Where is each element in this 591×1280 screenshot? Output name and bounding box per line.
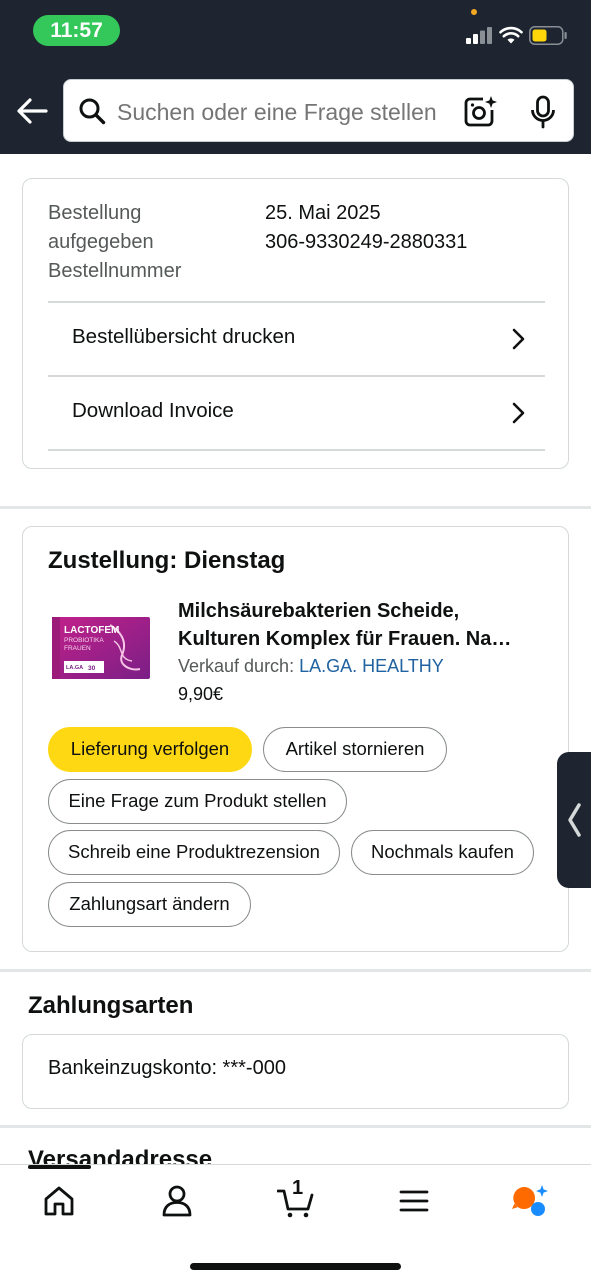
home-icon[interactable] [41, 1183, 77, 1219]
product-image-brand: LACTOFEM [64, 625, 119, 636]
delivery-title: Zustellung: Dienstag [48, 547, 286, 574]
order-label-placed-2: aufgegeben [48, 231, 154, 253]
menu-icon[interactable] [396, 1183, 432, 1219]
order-date: 25. Mai 2025 [265, 202, 381, 224]
battery-icon [529, 26, 567, 45]
seller-prefix: Verkauf durch: [178, 656, 295, 676]
order-number: 306-9330249-2880331 [265, 231, 468, 253]
order-label-placed-1: Bestellung [48, 202, 142, 224]
seller-info: Verkauf durch: LA.GA. HEALTHY [178, 656, 444, 677]
order-summary-card: Bestellung aufgegeben Bestellnummer 25. … [22, 178, 569, 469]
back-arrow-icon[interactable] [14, 95, 50, 127]
search-icon [79, 98, 106, 125]
account-icon[interactable] [159, 1183, 195, 1219]
product-image-sub1: PROBIOTIKA [64, 637, 104, 644]
status-time: 11:57 [33, 15, 120, 46]
print-order-summary-label: Bestellübersicht drucken [72, 325, 296, 348]
section-separator [0, 1125, 591, 1128]
microphone-icon[interactable] [529, 95, 557, 129]
app-header: 11:57 [0, 0, 591, 154]
bottom-navigation: 1 [0, 1164, 591, 1280]
buy-again-button[interactable]: Nochmals kaufen [351, 830, 534, 875]
section-separator [0, 969, 591, 972]
product-image-count: 30 [88, 665, 96, 672]
payment-method-card: Bankeinzugskonto: ***-000 [22, 1034, 569, 1109]
download-invoice-label: Download Invoice [72, 399, 234, 422]
side-panel-tab[interactable] [557, 752, 591, 888]
chevron-right-icon [512, 402, 525, 424]
delivery-card: Zustellung: Dienstag LACTOFEM PROBIOTIKA… [22, 526, 569, 952]
chevron-left-icon [568, 803, 581, 837]
print-order-summary-link[interactable]: Bestellübersicht drucken [48, 303, 545, 375]
divider [48, 449, 545, 451]
payment-account: Bankeinzugskonto: ***-000 [48, 1057, 286, 1079]
product-title[interactable]: Milchsäurebakterien Scheide, Kulturen Ko… [178, 597, 543, 653]
order-labels: Bestellung aufgegeben Bestellnummer [48, 199, 248, 286]
chevron-right-icon [512, 328, 525, 350]
seller-link[interactable]: LA.GA. HEALTHY [299, 656, 444, 676]
home-indicator-bar [190, 1263, 401, 1270]
track-delivery-button[interactable]: Lieferung verfolgen [48, 727, 252, 772]
search-bar[interactable] [63, 79, 574, 142]
product-title-line-2: Kulturen Komplex für Frauen. Na… [178, 628, 512, 650]
search-input[interactable] [117, 97, 453, 127]
cellular-signal-icon [466, 27, 492, 44]
camera-lens-icon[interactable] [463, 94, 497, 128]
payment-methods-title: Zahlungsarten [28, 992, 194, 1019]
product-image-sub2: FRAUEN [64, 645, 91, 652]
write-review-button[interactable]: Schreib eine Produktrezension [48, 830, 340, 875]
wifi-icon [499, 26, 523, 44]
shipping-address-title: Versandadresse [28, 1146, 213, 1164]
download-invoice-link[interactable]: Download Invoice [48, 377, 545, 449]
camera-indicator-dot [471, 9, 477, 15]
cancel-item-button[interactable]: Artikel stornieren [263, 727, 447, 772]
product-image-maker: LA.GA [66, 665, 83, 671]
order-values: 25. Mai 2025 306-9330249-2880331 [265, 199, 555, 257]
order-label-number: Bestellnummer [48, 260, 182, 282]
product-title-line-1: Milchsäurebakterien Scheide, [178, 600, 460, 622]
product-price: 9,90€ [178, 684, 224, 704]
section-separator [0, 506, 591, 509]
active-tab-indicator [28, 1165, 91, 1169]
order-details-content: Bestellung aufgegeben Bestellnummer 25. … [0, 154, 591, 1164]
product-image[interactable]: LACTOFEM PROBIOTIKA FRAUEN LA.GA 30 [48, 611, 153, 683]
cart-count-badge: 1 [292, 1177, 304, 1199]
change-payment-button[interactable]: Zahlungsart ändern [48, 882, 251, 927]
rufus-assistant-icon[interactable] [510, 1183, 550, 1219]
ask-product-question-button[interactable]: Eine Frage zum Produkt stellen [48, 779, 347, 824]
